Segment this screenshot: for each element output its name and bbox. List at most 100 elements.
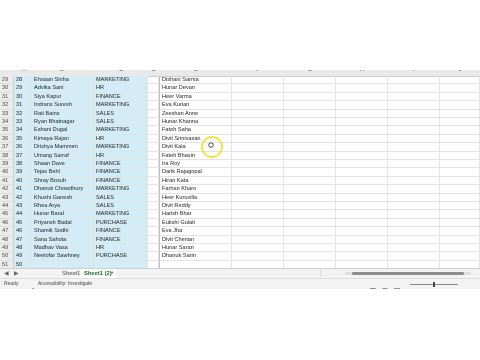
cell-b[interactable]: Drishya Mammen [32,143,94,152]
row-number[interactable]: 43 [0,193,14,202]
cell-j[interactable] [440,176,480,186]
cell-g[interactable] [284,185,336,194]
cell-b[interactable]: Ehsaan Sinha [32,76,94,85]
column-header-e[interactable]: E [192,70,200,73]
cell-h[interactable] [336,227,388,236]
cell-j[interactable] [440,210,480,219]
cell-f[interactable] [232,84,284,93]
cell-h[interactable] [336,218,388,228]
cell-a[interactable]: 38 [14,160,32,169]
cell-a[interactable]: 31 [14,101,32,110]
row-number[interactable]: 51 [0,260,14,268]
cell-d[interactable] [148,101,159,110]
cell-i[interactable] [388,143,440,152]
cell-b[interactable]: Shray Bosuh [32,176,94,186]
cell-a[interactable]: 36 [14,143,32,152]
cell-i[interactable] [388,210,440,219]
cell-i[interactable] [388,76,440,85]
cell-a[interactable]: 41 [14,185,32,194]
cell-d[interactable] [148,202,159,211]
row-number[interactable]: 44 [0,202,14,211]
spreadsheet-grid[interactable]: A B C D E F G H I J 29 28 Ehsaan Sinha M… [0,70,480,268]
cell-h[interactable] [336,185,388,194]
cell-d[interactable] [148,252,159,261]
cell-a[interactable]: 45 [14,218,32,228]
cell-a[interactable]: 48 [14,244,32,253]
cell-c[interactable]: FINANCE [94,176,148,186]
cell-h[interactable] [336,126,388,135]
cell-c[interactable]: PURCHASE [94,218,148,228]
cell-b[interactable]: Rhea Arya [32,202,94,211]
cell-h[interactable] [336,260,388,268]
cell-j[interactable] [440,252,480,261]
cell-g[interactable] [284,244,336,253]
cell-d[interactable] [148,126,159,135]
cell-f[interactable] [232,134,284,144]
cell-e[interactable]: Zeeshan Anne [159,109,232,118]
row-number[interactable]: 35 [0,126,14,135]
cell-d[interactable] [148,185,159,194]
cell-i[interactable] [388,84,440,93]
cell-i[interactable] [388,118,440,127]
cell-f[interactable] [232,185,284,194]
cell-b[interactable]: Shamik Sodhi [32,227,94,236]
cell-j[interactable] [440,168,480,177]
cell-c[interactable]: SALES [94,118,148,127]
cell-f[interactable] [232,92,284,102]
cell-f[interactable] [232,168,284,177]
cell-c[interactable]: MARKETING [94,126,148,135]
cell-b[interactable]: Ryan Bhatnagar [32,118,94,127]
cell-b[interactable]: Eshani Dugal [32,126,94,135]
cell-f[interactable] [232,118,284,127]
cell-j[interactable] [440,227,480,236]
cell-a[interactable]: 29 [14,84,32,93]
cell-e[interactable]: Divit Cherian [159,235,232,244]
cell-b[interactable]: Umang Sarraf [32,151,94,160]
cell-e[interactable]: Ira Roy [159,160,232,169]
cell-g[interactable] [284,118,336,127]
cell-a[interactable]: 46 [14,227,32,236]
cell-a[interactable]: 34 [14,126,32,135]
normal-view-icon[interactable] [370,281,376,294]
cell-d[interactable] [148,168,159,177]
cell-f[interactable] [232,227,284,236]
cell-f[interactable] [232,260,284,268]
cell-g[interactable] [284,92,336,102]
cell-g[interactable] [284,109,336,118]
cell-h[interactable] [336,176,388,186]
cell-f[interactable] [232,126,284,135]
cell-h[interactable] [336,210,388,219]
cell-i[interactable] [388,252,440,261]
cell-a[interactable]: 40 [14,176,32,186]
cell-h[interactable] [336,168,388,177]
row-number[interactable]: 40 [0,168,14,177]
cell-c[interactable]: MARKETING [94,143,148,152]
cell-e[interactable]: Eukshi Gulati [159,218,232,228]
cell-h[interactable] [336,202,388,211]
cell-g[interactable] [284,193,336,202]
cell-c[interactable]: PURCHASE [94,252,148,261]
cell-d[interactable] [148,92,159,102]
cell-g[interactable] [284,235,336,244]
cell-a[interactable]: 28 [14,76,32,85]
cell-e[interactable]: Heer Varma [159,92,232,102]
cell-c[interactable]: HR [94,151,148,160]
row-number[interactable]: 29 [0,76,14,85]
cell-h[interactable] [336,76,388,85]
cell-f[interactable] [232,218,284,228]
cell-c[interactable] [94,260,148,268]
cell-e[interactable]: Hunar Saran [159,244,232,253]
cell-g[interactable] [284,76,336,85]
cell-i[interactable] [388,160,440,169]
cell-e[interactable]: Hunar Khanna [159,118,232,127]
cell-c[interactable]: FINANCE [94,92,148,102]
cell-i[interactable] [388,260,440,268]
cell-b[interactable]: Sana Sahota [32,235,94,244]
zoom-slider-handle[interactable] [433,282,435,287]
cell-h[interactable] [336,151,388,160]
cell-j[interactable] [440,84,480,93]
cell-e[interactable]: Harish Bhar [159,210,232,219]
row-number[interactable]: 50 [0,252,14,261]
row-number[interactable]: 38 [0,151,14,160]
cell-c[interactable]: FINANCE [94,168,148,177]
